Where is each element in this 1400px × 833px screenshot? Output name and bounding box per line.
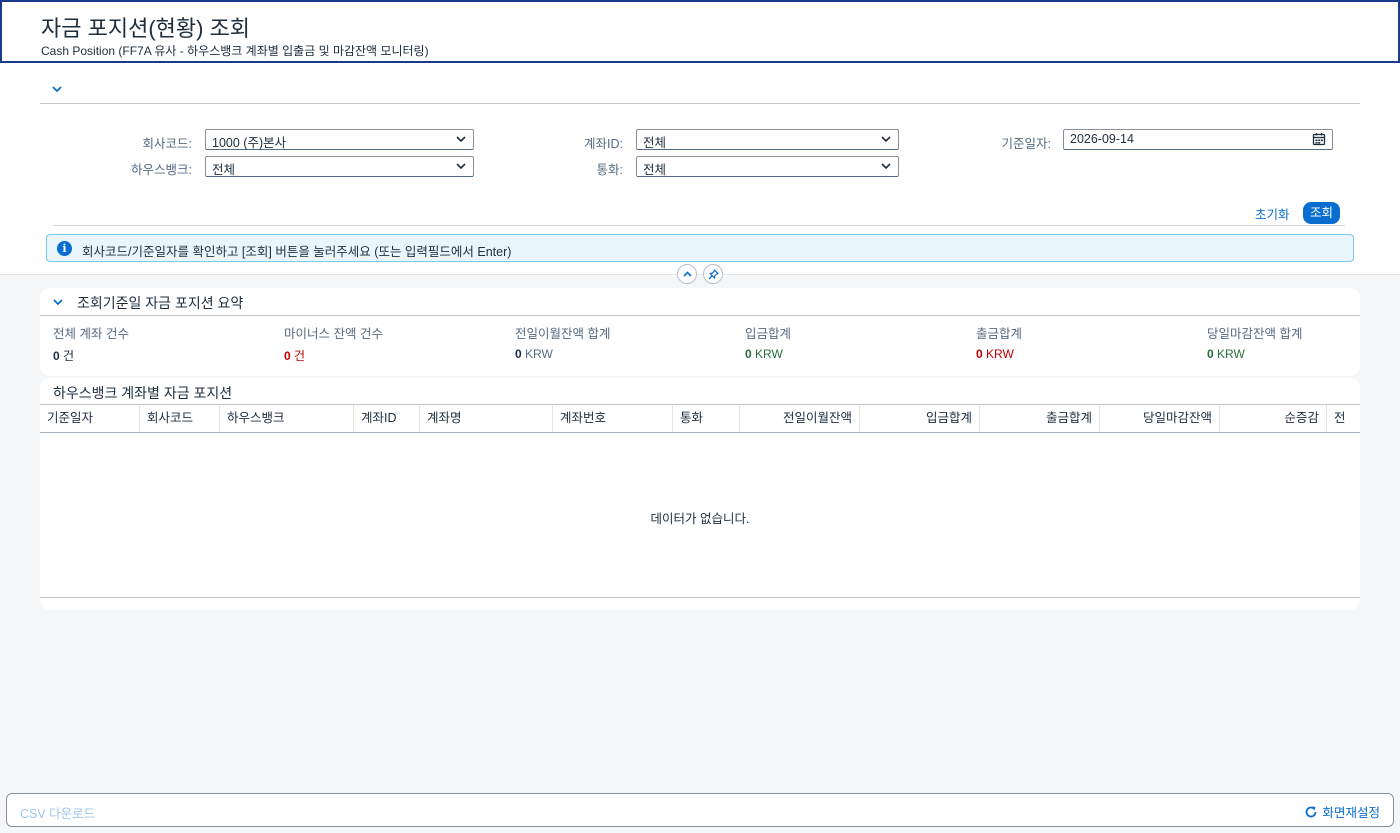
kpi-unit: 건: [294, 349, 306, 363]
kpi-value: 0: [745, 347, 752, 361]
footer-toolbar: CSV 다운로드 화면재설정: [6, 793, 1394, 827]
filter-bar: 회사코드: 1000 (주)본사 계좌ID: 전체 기준일자: 2026-09-…: [0, 63, 1400, 275]
no-data-text: 데이터가 없습니다.: [650, 512, 750, 526]
pin-icon: [708, 269, 719, 280]
company-code-label: 회사코드:: [142, 137, 192, 151]
info-message-text: 회사코드/기준일자를 확인하고 [조회] 버튼을 눌러주세요 (또는 입력필드에…: [82, 245, 512, 259]
column-header[interactable]: 통화: [673, 405, 740, 432]
column-header[interactable]: 하우스뱅크: [220, 405, 354, 432]
column-header[interactable]: 계좌번호: [553, 405, 673, 432]
kpi-total-accounts: 전체 계좌 건수 0 건: [53, 323, 129, 364]
chevron-down-icon: [456, 136, 466, 143]
base-date-input[interactable]: 2026-09-14: [1063, 129, 1333, 150]
kpi-label: 마이너스 잔액 건수: [284, 327, 383, 341]
column-header[interactable]: 계좌명: [420, 405, 553, 432]
kpi-deposits: 입금합계 0 KRW: [745, 323, 791, 361]
reset-screen-button[interactable]: 화면재설정: [1304, 802, 1380, 821]
kpi-unit: KRW: [986, 347, 1014, 361]
account-id-select[interactable]: 전체: [636, 129, 899, 150]
house-bank-select[interactable]: 전체: [205, 156, 474, 177]
kpi-negative-balance: 마이너스 잔액 건수 0 건: [284, 323, 383, 364]
calendar-icon[interactable]: [1312, 132, 1326, 146]
kpi-label: 전체 계좌 건수: [53, 327, 129, 341]
kpi-unit: KRW: [525, 347, 553, 361]
kpi-label: 전일이월잔액 합계: [515, 327, 611, 341]
house-bank-value: 전체: [212, 163, 236, 177]
table-bottom-border: [40, 597, 1360, 598]
kpi-prev-balance: 전일이월잔액 합계 0 KRW: [515, 323, 610, 361]
base-date-value: 2026-09-14: [1070, 132, 1134, 146]
chevron-up-icon: [683, 271, 692, 277]
filter-collapse-row: [40, 77, 1360, 104]
page-title: 자금 포지션(현황) 조회: [41, 16, 251, 41]
kpi-label: 출금합계: [976, 327, 1023, 341]
column-header[interactable]: 출금합계: [980, 405, 1100, 432]
chevron-down-icon: [881, 136, 891, 143]
kpi-withdrawals: 출금합계 0 KRW: [976, 323, 1022, 361]
kpi-label: 당일마감잔액 합계: [1207, 327, 1303, 341]
company-code-select[interactable]: 1000 (주)본사: [205, 129, 474, 150]
chevron-down-icon[interactable]: [52, 296, 64, 308]
summary-panel: 조회기준일 자금 포지션 요약 전체 계좌 건수 0 건 마이너스 잔액 건수 …: [40, 288, 1360, 376]
column-header[interactable]: 전일이월잔액: [740, 405, 860, 432]
kpi-value: 0: [53, 349, 60, 363]
reset-screen-label: 화면재설정: [1322, 806, 1380, 820]
table-panel: 하우스뱅크 계좌별 자금 포지션 기준일자 회사코드 하우스뱅크 계좌ID 계좌…: [40, 378, 1360, 610]
column-header[interactable]: 기준일자: [40, 405, 140, 432]
column-header[interactable]: 입금합계: [860, 405, 980, 432]
info-message-strip: i 회사코드/기준일자를 확인하고 [조회] 버튼을 눌러주세요 (또는 입력필…: [46, 234, 1354, 262]
kpi-label: 입금합계: [745, 327, 792, 341]
chevron-down-icon: [881, 163, 891, 170]
info-icon: i: [57, 241, 72, 256]
column-header[interactable]: 전: [1327, 405, 1360, 432]
kpi-value: 0: [976, 347, 983, 361]
page-header: 자금 포지션(현황) 조회 Cash Position (FF7A 유사 - 하…: [0, 0, 1400, 63]
kpi-unit: KRW: [755, 347, 783, 361]
column-header[interactable]: 계좌ID: [354, 405, 420, 432]
kpi-value: 0: [1207, 347, 1214, 361]
divider: [53, 225, 1345, 226]
summary-header[interactable]: 조회기준일 자금 포지션 요약: [40, 288, 1360, 316]
currency-value: 전체: [643, 163, 667, 177]
kpi-unit: KRW: [1217, 347, 1245, 361]
chevron-down-icon[interactable]: [50, 82, 64, 96]
kpi-unit: 건: [63, 349, 75, 363]
base-date-label: 기준일자:: [1001, 137, 1051, 151]
currency-select[interactable]: 전체: [636, 156, 899, 177]
csv-download-button[interactable]: CSV 다운로드: [20, 803, 95, 822]
house-bank-label: 하우스뱅크:: [131, 163, 192, 177]
kpi-value: 0: [515, 347, 522, 361]
pin-header-button[interactable]: [703, 264, 723, 284]
collapse-header-button[interactable]: [677, 264, 697, 284]
company-code-value: 1000 (주)본사: [212, 136, 287, 150]
chevron-down-icon: [456, 163, 466, 170]
kpi-value: 0: [284, 349, 291, 363]
account-id-label: 계좌ID:: [584, 137, 623, 151]
refresh-icon: [1306, 806, 1317, 818]
column-header[interactable]: 순증감: [1220, 405, 1327, 432]
table-title: 하우스뱅크 계좌별 자금 포지션: [53, 385, 233, 401]
column-header[interactable]: 당일마감잔액: [1100, 405, 1220, 432]
currency-label: 통화:: [596, 163, 623, 177]
column-header[interactable]: 회사코드: [140, 405, 220, 432]
page-subtitle: Cash Position (FF7A 유사 - 하우스뱅크 계좌별 입출금 및…: [41, 44, 429, 58]
summary-title: 조회기준일 자금 포지션 요약: [77, 295, 244, 311]
search-button[interactable]: 조회: [1303, 202, 1340, 224]
kpi-closing-balance: 당일마감잔액 합계 0 KRW: [1207, 323, 1302, 361]
table-header: 기준일자 회사코드 하우스뱅크 계좌ID 계좌명 계좌번호 통화 전일이월잔액 …: [40, 404, 1360, 433]
account-id-value: 전체: [643, 136, 667, 150]
reset-button[interactable]: 초기화: [1247, 201, 1298, 223]
